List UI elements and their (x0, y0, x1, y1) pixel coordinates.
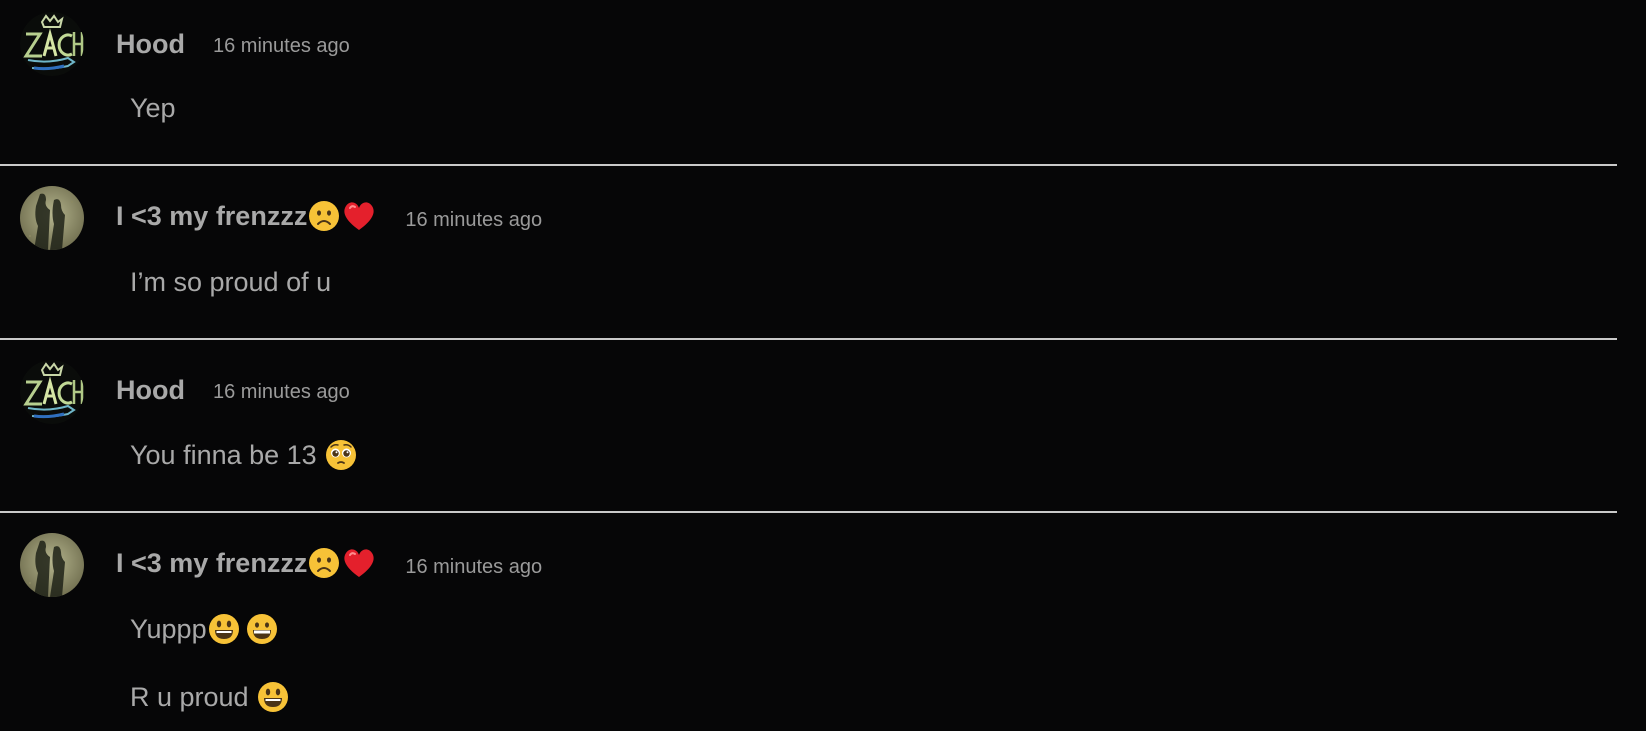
message-body: Yuppp (130, 614, 207, 644)
username[interactable]: Hood (116, 29, 185, 60)
comment-feed: Hood 16 minutes ago Yep I <3 my frenzzz … (0, 0, 1646, 731)
shadow-photo-avatar (20, 186, 84, 250)
zach-logo-avatar (20, 360, 84, 424)
message-body: R u proud (130, 682, 249, 712)
message-text: Yep (130, 92, 176, 124)
avatar-frenzzz[interactable] (20, 186, 84, 250)
message-body: You finna be 13 (130, 440, 317, 470)
grinning-face-big-eyes-icon (207, 612, 241, 646)
comment-header: I <3 my frenzzz 16 minutes ago (116, 548, 543, 582)
comment-header: Hood 16 minutes ago (116, 374, 350, 406)
comment-header: I <3 my frenzzz 16 minutes ago (116, 201, 543, 235)
timestamp: 16 minutes ago (212, 34, 350, 57)
comment-item: Hood 16 minutes ago Yep (0, 0, 1617, 165)
red-heart-icon (341, 546, 377, 580)
message-body: Yep (130, 93, 176, 123)
timestamp: 16 minutes ago (405, 208, 543, 231)
zach-logo-avatar (20, 12, 84, 76)
grinning-face-big-eyes-icon (256, 680, 290, 714)
frowning-face-icon (307, 546, 341, 580)
comment-header: Hood 16 minutes ago (116, 28, 350, 60)
message-text: Yuppp (130, 613, 279, 648)
message-text: You finna be 13 (130, 439, 358, 474)
message-text: I’m so proud of u (130, 266, 331, 298)
avatar-hood[interactable] (20, 360, 84, 424)
timestamp: 16 minutes ago (212, 380, 350, 403)
username[interactable]: I <3 my frenzzz (116, 201, 377, 235)
shadow-photo-avatar (20, 533, 84, 597)
comment-item: I <3 my frenzzz 16 minutes ago I’m so pr… (0, 166, 1617, 339)
frowning-face-icon (307, 199, 341, 233)
username-text: I <3 my frenzzz (116, 548, 308, 579)
username-text: I <3 my frenzzz (116, 201, 308, 232)
comment-item: I <3 my frenzzz 16 minutes ago Yuppp R u… (0, 513, 1617, 731)
comment-item: Hood 16 minutes ago You finna be 13 (0, 340, 1617, 512)
message-text: R u proud (130, 681, 290, 716)
red-heart-icon (341, 199, 377, 233)
username[interactable]: I <3 my frenzzz (116, 548, 377, 582)
username[interactable]: Hood (116, 375, 185, 406)
timestamp: 16 minutes ago (405, 555, 543, 578)
grinning-face-icon (245, 612, 279, 646)
message-body: I’m so proud of u (130, 267, 332, 297)
avatar-frenzzz[interactable] (20, 533, 84, 597)
pleading-face-icon (324, 438, 358, 472)
avatar-hood[interactable] (20, 12, 84, 76)
